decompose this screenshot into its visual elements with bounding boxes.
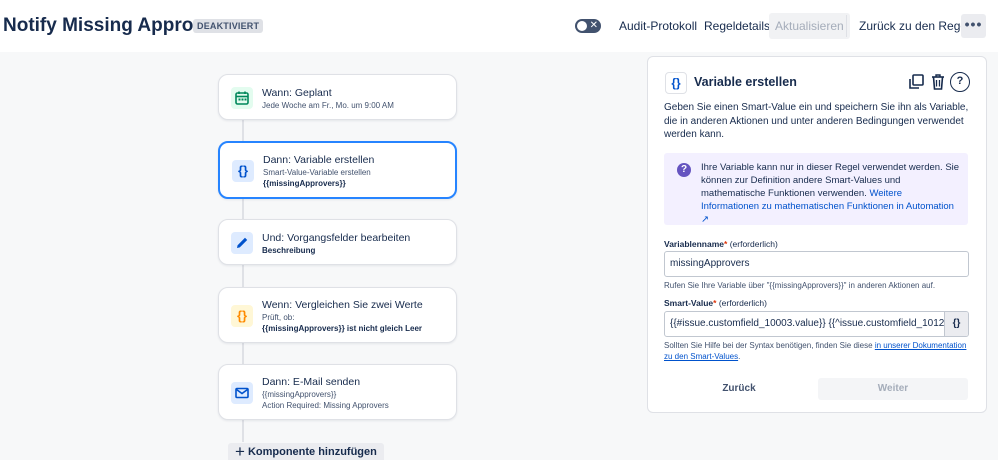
help-text: Sollten Sie Hilfe bei der Syntax benötig… [664,341,875,350]
audit-log-button[interactable]: Audit-Protokoll [613,13,703,39]
question-icon: ? [677,163,691,177]
panel-description: Geben Sie einen Smart-Value ein und spei… [664,102,969,140]
smart-value-text: {{#issue.customfield_10003.value}} {{^is… [670,318,969,329]
variable-name-label: Variablenname* (erforderlich) [664,239,778,249]
add-component-button[interactable]: + Komponente hinzufügen [228,443,384,460]
toggle-off-icon: ✕ [589,20,598,31]
enable-toggle[interactable]: ✕ [575,19,601,33]
help-end: . [738,351,741,361]
calendar-icon [231,87,253,109]
mail-icon [231,382,253,404]
node-title: Dann: E-Mail senden [262,376,361,388]
node-title: Dann: Variable erstellen [263,154,375,166]
node-detail: {{missingApprovers}} [263,179,346,188]
smart-value-label: Smart-Value* (erforderlich) [664,298,767,308]
info-message: ? Ihre Variable kann nur in dieser Regel… [664,153,968,225]
info-text: Ihre Variable kann nur in dieser Regel v… [701,161,961,226]
top-header: Notify Missing Approvers DEAKTIVIERT ✕ A… [0,0,998,52]
node-title: Und: Vorgangsfelder bearbeiten [262,232,411,244]
node-subtitle: Prüft, ob: [262,313,295,322]
add-component-label: Komponente hinzufügen [247,446,377,458]
node-text: Wenn: Vergleichen Sie zwei Werte Prüft, … [262,299,448,334]
pencil-icon [231,232,253,254]
node-subtitle: Smart-Value-Variable erstellen [263,168,371,177]
node-detail: {{missingApprovers}} ist nicht gleich Le… [262,324,423,333]
node-text: Dann: Variable erstellen Smart-Value-Var… [263,154,447,189]
braces-icon: {} [231,305,253,327]
component-config-panel: {} Variable erstellen ? Geben Sie einen … [647,56,987,413]
node-text: Und: Vorgangsfelder bearbeiten Beschreib… [262,232,448,256]
status-badge: DEAKTIVIERT [193,19,264,33]
smart-value-picker-button[interactable]: {} [944,312,968,336]
more-options-button[interactable]: ••• [961,14,986,38]
compare-condition-node[interactable]: {} Wenn: Vergleichen Sie zwei Werte Prüf… [218,287,457,343]
required-text: (erforderlich) [716,298,767,308]
variable-name-help: Rufen Sie Ihre Variable über "{{missingA… [664,281,936,290]
create-variable-node[interactable]: {} Dann: Variable erstellen Smart-Value-… [218,141,457,199]
panel-title: Variable erstellen [694,75,797,89]
node-detail: Beschreibung [262,246,316,255]
braces-icon: {} [665,72,687,94]
node-text: Dann: E-Mail senden {{missingApprovers}}… [262,376,448,411]
node-subtitle: {{missingApprovers}} [262,390,337,399]
info-body: Ihre Variable kann nur in dieser Regel v… [701,162,960,199]
variable-name-input[interactable]: missingApprovers [664,251,969,277]
braces-icon: {} [232,160,254,182]
label-text: Smart-Value [664,298,714,308]
plus-icon: + [235,442,245,460]
trigger-node[interactable]: Wann: Geplant Jede Woche am Fr., Mo. um … [218,74,457,120]
send-email-node[interactable]: Dann: E-Mail senden {{missingApprovers}}… [218,364,457,420]
help-icon[interactable]: ? [950,72,970,92]
next-button[interactable]: Weiter [818,378,968,400]
edit-issue-node[interactable]: Und: Vorgangsfelder bearbeiten Beschreib… [218,219,457,265]
node-text: Wann: Geplant Jede Woche am Fr., Mo. um … [262,87,448,111]
smart-value-help: Sollten Sie Hilfe bei der Syntax benötig… [664,341,974,362]
required-text: (erforderlich) [727,239,778,249]
copy-icon[interactable] [906,72,926,92]
node-detail: Action Required: Missing Approvers [262,401,389,410]
more-icon: ••• [964,16,983,32]
toggle-knob [577,21,587,31]
label-text: Variablenname [664,239,725,249]
node-title: Wenn: Vergleichen Sie zwei Werte [262,299,423,311]
rule-details-button[interactable]: Regeldetails [698,13,776,39]
trash-icon[interactable] [928,72,948,92]
update-button[interactable]: Aktualisieren [769,13,850,39]
back-button[interactable]: Zurück [664,378,814,400]
node-subtitle: Jede Woche am Fr., Mo. um 9:00 AM [262,101,394,110]
header-divider [846,15,847,37]
node-title: Wann: Geplant [262,87,332,99]
smart-value-input[interactable]: {{#issue.customfield_10003.value}} {{^is… [664,311,969,337]
